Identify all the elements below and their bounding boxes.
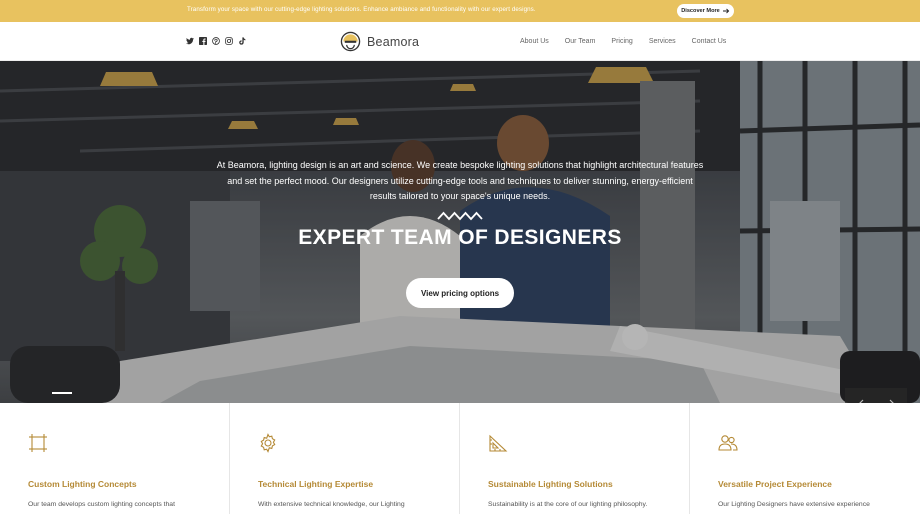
slider-prev-button[interactable] [845,388,876,403]
set-square-icon [489,434,508,452]
nav-about-us[interactable]: About Us [520,38,549,45]
announcement-text: Transform your space with our cutting-ed… [187,6,536,13]
feature-card: Sustainable Lighting Solutions Sustainab… [460,403,690,514]
feature-title: Sustainable Lighting Solutions [488,479,613,489]
logo-mark-icon [340,31,361,52]
discover-more-label: Discover More [681,8,720,14]
slider-nav [845,388,907,403]
nav-our-team[interactable]: Our Team [565,38,596,45]
facebook-icon[interactable] [199,37,207,45]
arrow-right-icon [722,8,730,14]
team-icon [718,435,738,451]
hero-slider: At Beamora, lighting design is an art an… [0,61,920,403]
nav-services[interactable]: Services [649,38,676,45]
feature-card: Custom Lighting Concepts Our team develo… [0,403,230,514]
feature-card: Technical Lighting Expertise With extens… [230,403,460,514]
brand-logo[interactable]: Beamora [340,31,419,52]
feature-card: Versatile Project Experience Our Lightin… [690,403,920,514]
gear-icon [260,433,276,453]
hero-description: At Beamora, lighting design is an art an… [180,158,740,205]
brand-name: Beamora [367,34,420,49]
slider-next-button[interactable] [876,388,907,403]
announcement-bar: Transform your space with our cutting-ed… [0,0,920,22]
pinterest-icon[interactable] [212,37,220,45]
feature-text: Our team develops custom lighting concep… [28,501,175,508]
hero-description-line: and set the perfect mood. Our designers … [227,175,693,186]
social-links [186,37,246,45]
instagram-icon[interactable] [225,37,233,45]
discover-more-button[interactable]: Discover More [677,4,734,18]
slide-indicator[interactable] [52,392,72,394]
site-header: Beamora About Us Our Team Pricing Servic… [0,22,920,61]
hero-title: EXPERT TEAM OF DESIGNERS [298,226,622,249]
feature-title: Technical Lighting Expertise [258,479,374,489]
feature-text: Sustainability is at the core of our lig… [488,501,648,508]
hero-description-line: At Beamora, lighting design is an art an… [216,160,704,170]
feature-text: With extensive technical knowledge, our … [258,501,405,508]
feature-text: Our Lighting Designers have extensive ex… [718,501,870,508]
features-row: Custom Lighting Concepts Our team develo… [0,403,920,514]
main-nav: About Us Our Team Pricing Services Conta… [520,38,742,45]
feature-title: Versatile Project Experience [718,479,832,489]
nav-pricing[interactable]: Pricing [611,38,632,45]
nav-contact-us[interactable]: Contact Us [692,38,727,45]
hero-description-line: results tailored to your space's unique … [369,191,551,201]
tiktok-icon[interactable] [238,37,246,45]
twitter-icon[interactable] [186,37,194,45]
zigzag-divider-icon [437,211,483,221]
feature-title: Custom Lighting Concepts [28,479,137,489]
drafting-frame-icon [29,434,47,452]
view-pricing-button[interactable]: View pricing options [406,278,514,308]
